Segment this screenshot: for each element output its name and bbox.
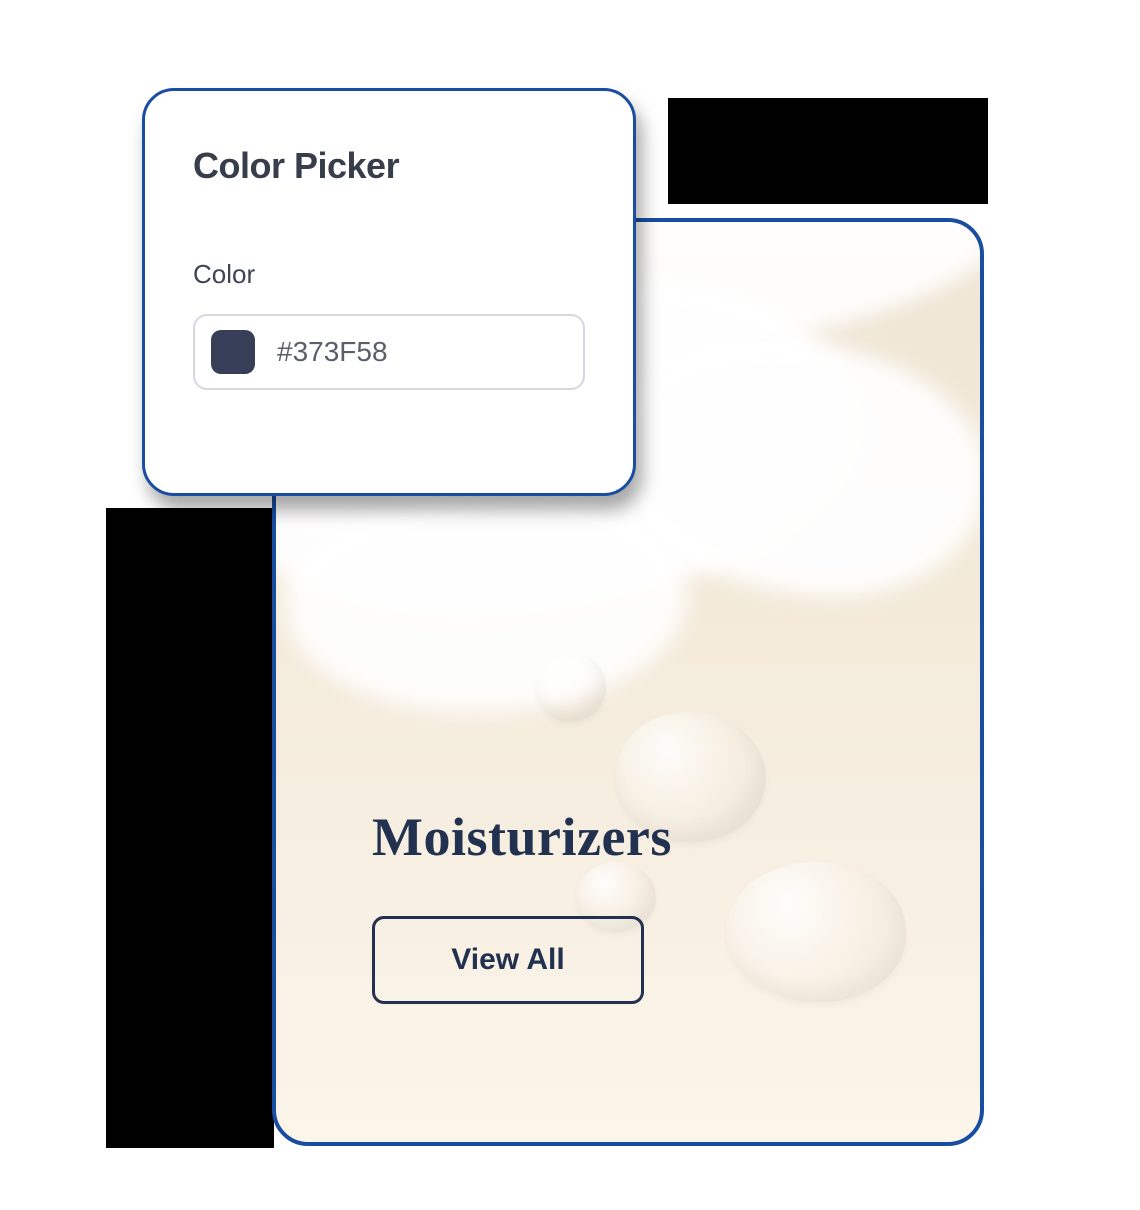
color-picker-panel: Color Picker Color (142, 88, 636, 496)
color-input-field[interactable] (193, 314, 585, 390)
color-swatch[interactable] (211, 330, 255, 374)
decoration-black-top (668, 98, 988, 204)
color-hex-input[interactable] (277, 336, 567, 368)
decoration-black-left (106, 508, 274, 1148)
view-all-button-label: View All (451, 943, 564, 977)
view-all-button[interactable]: View All (372, 916, 644, 1004)
product-card-title: Moisturizers (372, 806, 672, 868)
color-picker-title: Color Picker (193, 145, 585, 187)
color-field-label: Color (193, 259, 585, 290)
droplet-decoration (536, 652, 606, 722)
droplet-decoration (726, 862, 906, 1002)
